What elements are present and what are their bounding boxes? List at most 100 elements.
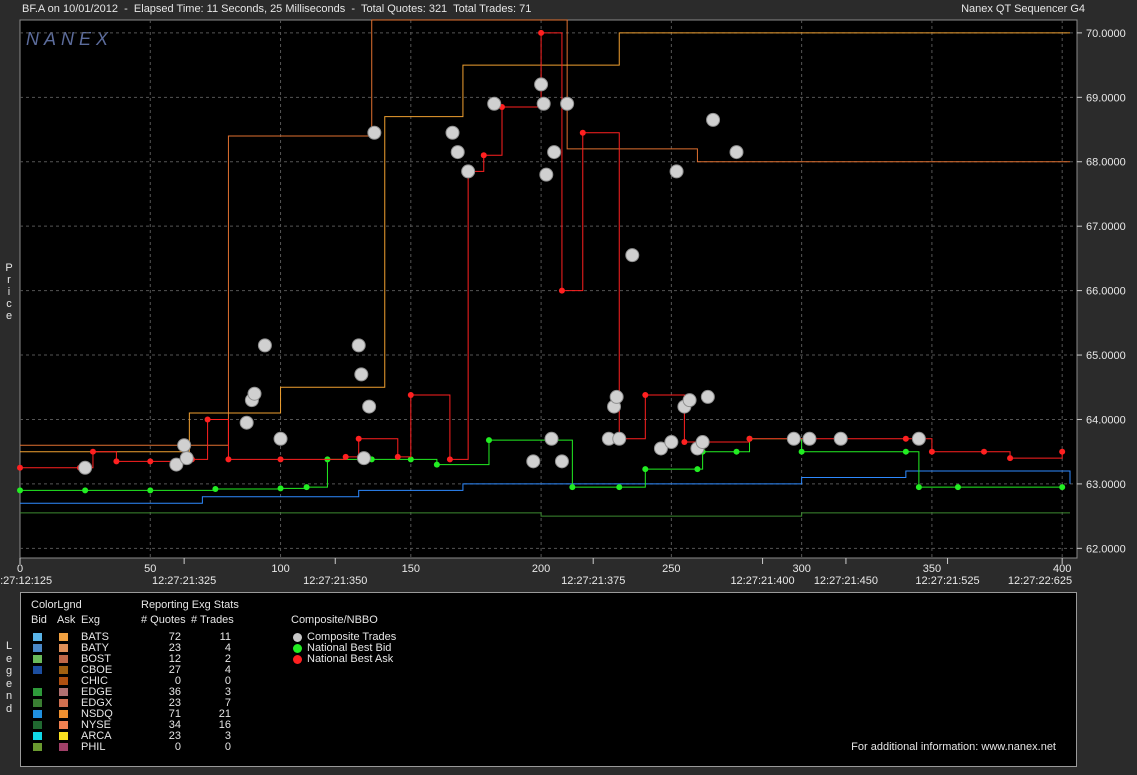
best-bid-point-14 xyxy=(642,466,649,473)
trade-point-6 xyxy=(247,386,262,401)
time-label-0: 12:27:12:125 xyxy=(0,575,52,587)
time-label-2: 12:27:21:350 xyxy=(303,575,367,587)
x-tick-label-0: 0 xyxy=(17,563,23,575)
best-bid-point-9 xyxy=(433,461,440,468)
best-ask-point-13 xyxy=(446,456,453,463)
trade-point-42 xyxy=(802,431,817,446)
best-ask-point-9 xyxy=(342,453,349,460)
trade-point-38 xyxy=(700,389,715,404)
ask-swatch xyxy=(59,732,68,740)
trade-point-18 xyxy=(526,454,541,469)
legend-col-trades: # Trades xyxy=(191,614,234,626)
best-ask-point-6 xyxy=(204,416,211,423)
best-ask-point-0 xyxy=(17,464,23,471)
best-bid-point-12 xyxy=(569,484,576,491)
trade-point-2 xyxy=(177,438,192,453)
legend-col-bid: Bid xyxy=(31,614,47,626)
trade-point-20 xyxy=(536,96,551,111)
y-tick-label-3: 67.0000 xyxy=(1086,221,1126,233)
best-ask-point-15 xyxy=(480,152,487,159)
composite-marker xyxy=(293,655,302,664)
best-bid-point-2 xyxy=(147,487,154,494)
best-bid-point-23 xyxy=(1059,484,1066,491)
best-bid-point-22 xyxy=(954,484,961,491)
best-ask-point-12 xyxy=(407,391,414,398)
legend-row-phil: PHIL 0 0 xyxy=(21,741,281,754)
legend-col-exg: Exg xyxy=(81,614,100,626)
best-ask-point-21 xyxy=(642,391,649,398)
best-ask-point-23 xyxy=(746,435,753,442)
y-tick-label-8: 62.0000 xyxy=(1086,543,1126,555)
legend-side-label: Legend xyxy=(5,640,13,715)
x-tick-label-3: 150 xyxy=(402,563,420,575)
trade-point-25 xyxy=(560,96,575,111)
x-tick-label-1: 50 xyxy=(144,563,156,575)
trade-point-41 xyxy=(786,431,801,446)
trade-point-44 xyxy=(911,431,926,446)
best-ask-point-10 xyxy=(355,435,362,442)
best-ask-point-24 xyxy=(902,435,909,442)
x-tick-label-7: 350 xyxy=(923,563,941,575)
y-axis: 70.0000 69.0000 68.0000 67.0000 66.0000 65.00… xyxy=(1077,28,1126,555)
legend-panel: ColorLgnd Reporting Exg Stats Bid Ask Ex… xyxy=(20,592,1077,767)
legend-colorlegend-title: ColorLgnd xyxy=(31,599,82,611)
best-bid-point-19 xyxy=(798,448,805,455)
trade-point-40 xyxy=(729,145,744,160)
trade-point-39 xyxy=(706,112,721,127)
bid-swatch xyxy=(33,677,42,685)
ask-swatch xyxy=(59,633,68,641)
y-tick-label-5: 65.0000 xyxy=(1086,350,1126,362)
best-bid-point-5 xyxy=(303,484,310,491)
best-ask-point-3 xyxy=(113,458,120,465)
best-ask-point-25 xyxy=(928,448,935,455)
ask-swatch xyxy=(59,677,68,685)
legend-stats-title: Reporting Exg Stats xyxy=(141,599,239,611)
x-tick-label-5: 250 xyxy=(662,563,680,575)
ask-swatch xyxy=(59,644,68,652)
trade-point-43 xyxy=(833,431,848,446)
trade-point-33 xyxy=(669,164,684,179)
bid-swatch xyxy=(33,710,42,718)
ask-swatch xyxy=(59,655,68,663)
best-bid-point-10 xyxy=(485,437,492,444)
trade-point-19 xyxy=(534,77,549,92)
best-bid-point-13 xyxy=(616,484,623,491)
best-bid-point-17 xyxy=(733,448,740,455)
composite-label: National Best Ask xyxy=(307,653,394,665)
y-tick-label-6: 64.0000 xyxy=(1086,414,1126,426)
ask-swatch xyxy=(59,710,68,718)
best-ask-point-22 xyxy=(681,439,688,446)
best-ask-point-2 xyxy=(89,448,96,455)
bid-swatch xyxy=(33,633,42,641)
best-ask-point-19 xyxy=(579,129,586,136)
trade-point-0 xyxy=(78,460,93,475)
time-label-1: 12:27:21:325 xyxy=(152,575,216,587)
legend-col-ask: Ask xyxy=(57,614,76,626)
ask-swatch xyxy=(59,699,68,707)
trade-point-10 xyxy=(354,367,369,382)
composite-marker xyxy=(293,633,302,642)
best-ask-point-17 xyxy=(538,29,545,36)
ask-swatch xyxy=(59,688,68,696)
bid-swatch xyxy=(33,655,42,663)
best-bid-point-1 xyxy=(82,487,89,494)
trade-point-32 xyxy=(664,435,679,450)
legend-composite-title: Composite/NBBO xyxy=(291,614,378,626)
x-tick-label-4: 200 xyxy=(532,563,550,575)
y-tick-label-1: 69.0000 xyxy=(1086,92,1126,104)
time-label-3: 12:27:21:375 xyxy=(561,575,625,587)
ask-swatch xyxy=(59,721,68,729)
trade-point-37 xyxy=(695,435,710,450)
time-label-5: 12:27:21:450 xyxy=(814,575,878,587)
trade-point-3 xyxy=(179,451,194,466)
ask-swatch xyxy=(59,666,68,674)
trade-point-21 xyxy=(539,167,554,182)
best-bid-point-21 xyxy=(915,484,922,491)
x-tick-label-2: 100 xyxy=(271,563,289,575)
time-label-4: 12:27:21:400 xyxy=(730,575,794,587)
x-axis: 0 50 100 150 200 250 300 350 400 12:27:12:125 12:2… xyxy=(0,558,1072,587)
trade-point-23 xyxy=(547,145,562,160)
legend-col-quotes: # Quotes xyxy=(141,614,186,626)
trade-point-16 xyxy=(461,164,476,179)
x-tick-label-6: 300 xyxy=(792,563,810,575)
